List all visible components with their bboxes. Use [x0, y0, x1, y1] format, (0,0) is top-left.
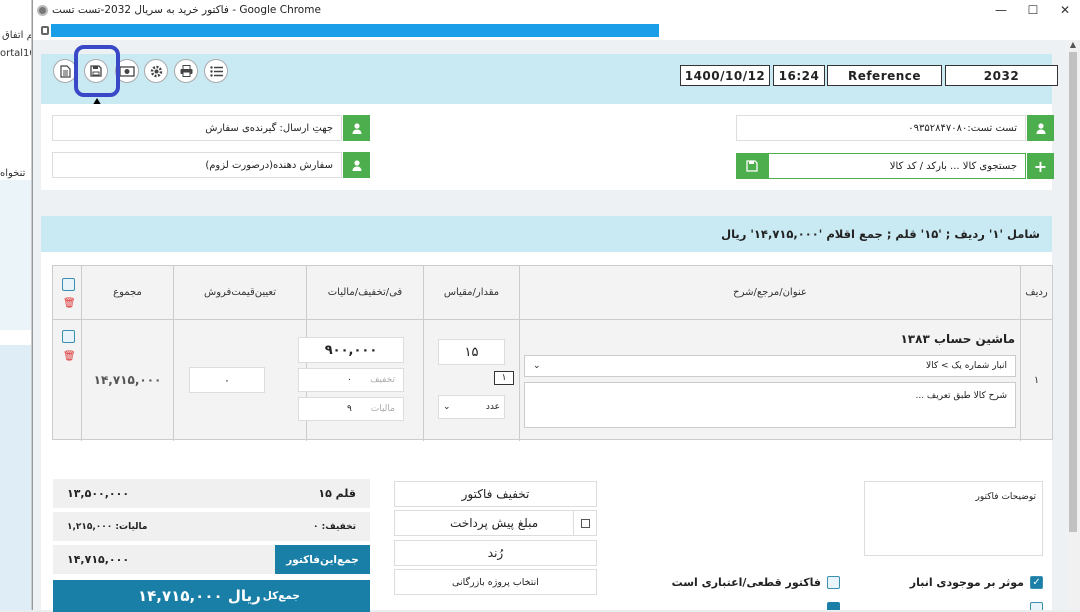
customer-field[interactable]: تست تست:۰۹۳۵۲۸۴۷۰۸۰ [736, 115, 1026, 141]
bg-text-3: تنخواه [0, 168, 26, 179]
orderer-user-icon[interactable] [343, 152, 370, 178]
list-icon[interactable] [204, 59, 228, 83]
grand-total-bar: ۱۴,۷۱۵,۰۰۰ ریال جمع‌کل [53, 580, 370, 612]
chrome-icon [37, 4, 48, 16]
scrollbar-thumb[interactable] [1069, 52, 1077, 532]
project-select[interactable]: انتخاب پروژه بازرگانی [394, 569, 597, 595]
qty-input[interactable]: ۱۵ [438, 339, 505, 365]
header-title: عنوان/مرجع/شرح [733, 287, 807, 298]
affects-stock-option[interactable]: ✓ موثر بر موجودی انبار [910, 576, 1043, 589]
final-invoice-label: فاکتور قطعی/اعتباری است [671, 576, 821, 589]
items-count: ۱۵ قلم [318, 487, 356, 500]
items-total-value: ۱۳,۵۰۰,۰۰۰ [67, 487, 130, 500]
print-icon[interactable] [174, 59, 198, 83]
option-checkbox-partial-2[interactable] [1030, 602, 1043, 610]
invoice-sum-row: ۱۴,۷۱۵,۰۰۰ جمع‌این‌فاکتور [53, 545, 370, 574]
unit-select[interactable]: ⌄ عدد [438, 395, 505, 419]
address-bar[interactable] [33, 20, 1080, 40]
sale-price-input[interactable]: ۰ [189, 367, 265, 393]
invoice-sum-button[interactable]: جمع‌این‌فاکتور [275, 545, 370, 574]
delete-all-icon[interactable]: 🗑 [63, 298, 76, 309]
affects-stock-label: موثر بر موجودی انبار [909, 576, 1024, 589]
warehouse-select[interactable]: انبار شماره یک > کالا ⌄ [524, 355, 1016, 377]
date-field[interactable]: 1400/10/12 [680, 65, 770, 86]
header-qty: مقدار/مقیاس [443, 287, 500, 298]
grand-total-label: جمع‌کل [262, 590, 300, 602]
discount-total: تخفیف: ۰ [313, 521, 356, 532]
maximize-button[interactable]: ☐ [1017, 0, 1049, 20]
invoice-summary: شامل '۱' ردیف ; '۱۵' قلم ; جمع اقلام '۱۴… [41, 216, 1052, 252]
unit-value: عدد [485, 402, 500, 412]
option-checkbox-partial[interactable] [827, 602, 840, 610]
items-summary-row: ۱۳,۵۰۰,۰۰۰ ۱۵ قلم [53, 479, 370, 508]
product-search-input[interactable]: جستجوی کالا ... بارکد / کد کالا [768, 153, 1026, 179]
send-to-user-icon[interactable] [343, 115, 370, 141]
header-price: فی/تخفیف/مالیات [327, 287, 403, 298]
time-field[interactable]: 16:24 [773, 65, 825, 86]
tax-label: مالیات [370, 404, 395, 414]
tax-value: ۹ [347, 404, 352, 414]
prepayment-field[interactable]: مبلغ پیش پرداخت [394, 510, 597, 536]
affects-stock-checkbox[interactable]: ✓ [1030, 576, 1043, 589]
tax-input[interactable]: ۹ مالیات [298, 397, 404, 421]
save-product-icon[interactable] [736, 153, 768, 179]
invoice-sum-value: ۱۴,۷۱۵,۰۰۰ [67, 553, 130, 566]
lock-icon [41, 25, 49, 35]
tax-discount-row: مالیات: ۱,۲۱۵,۰۰۰ تخفیف: ۰ [53, 512, 370, 541]
background-window: تم اتفاق ortal10 تنخواه [0, 0, 32, 610]
invoice-discount-button[interactable]: تخفیف فاکتور [394, 481, 597, 507]
minimize-button[interactable]: — [985, 0, 1017, 20]
warehouse-value: انبار شماره یک > کالا [925, 361, 1007, 371]
bg-text-2: ortal10 [0, 48, 31, 59]
loading-bar [51, 24, 659, 37]
header-sale-price: تعیین‌قیمت‌فروش [204, 287, 276, 298]
window-title: فاکتور خرید به سریال 2032-تست تست - Goog… [52, 4, 321, 16]
select-all-checkbox[interactable] [62, 278, 75, 291]
title-bar[interactable]: فاکتور خرید به سریال 2032-تست تست - Goog… [33, 0, 1080, 20]
scrollbar[interactable]: ▲ [1066, 40, 1080, 610]
chevron-down-icon: ⌄ [533, 361, 541, 371]
reference-field[interactable]: Reference [827, 65, 942, 86]
items-table: ردیف عنوان/مرجع/شرح مقدار/مقیاس فی/تخفیف… [52, 265, 1053, 441]
invoice-notes[interactable]: توضیحات فاکتور [864, 481, 1043, 556]
orderer-field[interactable]: سفارش دهنده(درصورت لزوم) [52, 152, 342, 178]
final-invoice-checkbox[interactable] [827, 576, 840, 589]
header-row: ردیف [1025, 287, 1048, 298]
send-to-field[interactable]: جهتِ ارسال: گیرنده‌ی سفارش [52, 115, 342, 141]
close-button[interactable]: ✕ [1049, 0, 1080, 20]
round-button[interactable]: رُند [394, 540, 597, 566]
add-product-icon[interactable]: + [1027, 153, 1054, 179]
delete-row-icon[interactable]: 🗑 [63, 351, 76, 362]
prepayment-label: مبلغ پیش پرداخت [450, 516, 539, 530]
row-checkbox[interactable] [62, 330, 75, 343]
item-name: ماشین حساب ۱۳۸۳ [900, 332, 1015, 346]
scroll-up-icon[interactable]: ▲ [1066, 40, 1080, 49]
final-invoice-option[interactable]: فاکتور قطعی/اعتباری است [672, 576, 840, 589]
item-description[interactable]: شرح کالا طبق تعریف ... [524, 382, 1016, 428]
serial-field[interactable]: 2032 [945, 65, 1058, 86]
customer-user-icon[interactable] [1027, 115, 1054, 141]
price-input[interactable]: ۹۰۰,۰۰۰ [298, 337, 404, 363]
discount-label: تخفیف [370, 375, 395, 385]
tax-total: مالیات: ۱,۲۱۵,۰۰۰ [67, 521, 148, 532]
bg-text-1: تم اتفاق [2, 30, 31, 41]
grand-total-value: ۱۴,۷۱۵,۰۰۰ ریال [138, 587, 261, 605]
unit-qty-input[interactable]: ۱ [494, 371, 514, 385]
highlight-circle [74, 45, 120, 97]
prepayment-checkbox[interactable] [573, 510, 597, 536]
header-total: مجموع [113, 287, 142, 298]
chevron-down-icon: ⌄ [443, 402, 451, 412]
discount-value: ۰ [347, 375, 352, 385]
discount-input[interactable]: ۰ تخفیف [298, 368, 404, 392]
row-index: ۱ [1033, 374, 1040, 386]
row-total: ۱۴,۷۱۵,۰۰۰ [93, 373, 162, 387]
gear-icon[interactable] [144, 59, 168, 83]
